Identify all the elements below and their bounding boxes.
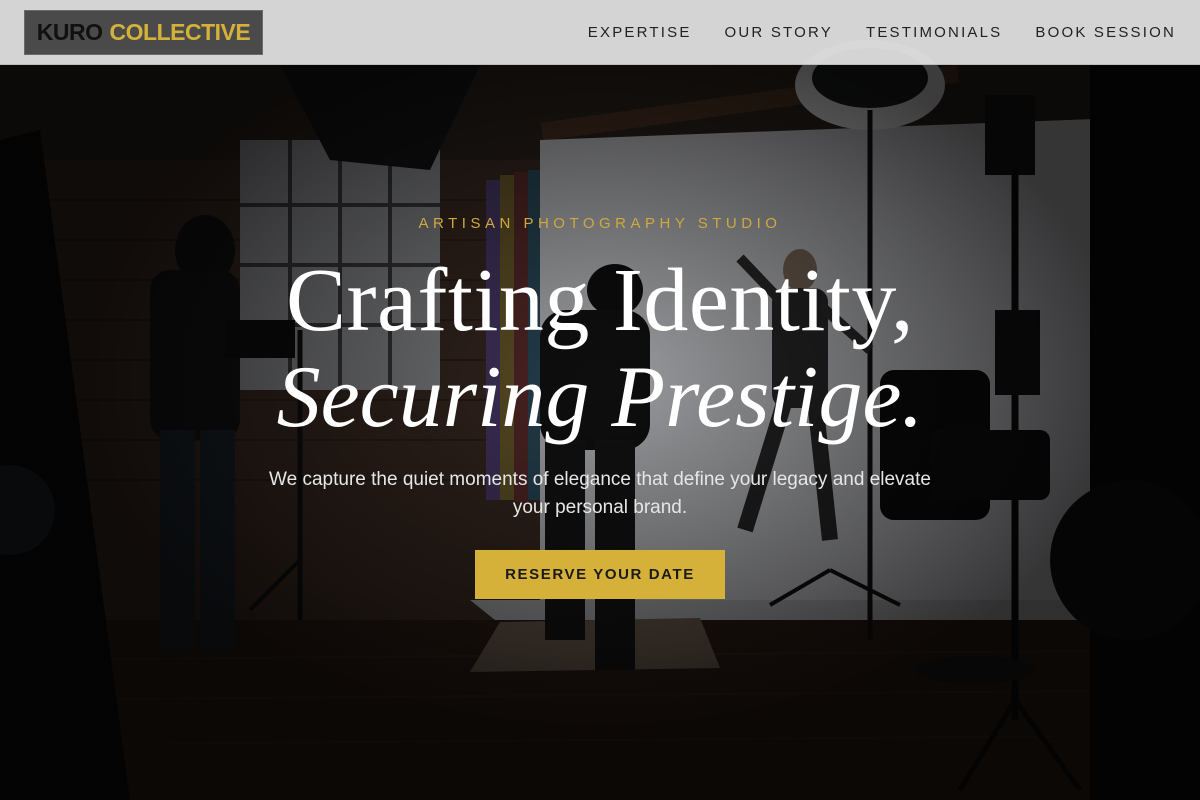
reserve-your-date-button[interactable]: RESERVE YOUR DATE xyxy=(475,550,725,599)
hero-title-line1: Crafting Identity, xyxy=(285,251,914,350)
hero-eyebrow: ARTISAN PHOTOGRAPHY STUDIO xyxy=(418,215,782,232)
hero-subtitle: We capture the quiet moments of elegance… xyxy=(269,469,931,518)
hero-content: ARTISAN PHOTOGRAPHY STUDIO Crafting Iden… xyxy=(0,0,1200,800)
hero-title-line2: Securing Prestige. xyxy=(276,349,924,446)
hero-title: Crafting Identity, Securing Prestige. xyxy=(0,252,1200,446)
